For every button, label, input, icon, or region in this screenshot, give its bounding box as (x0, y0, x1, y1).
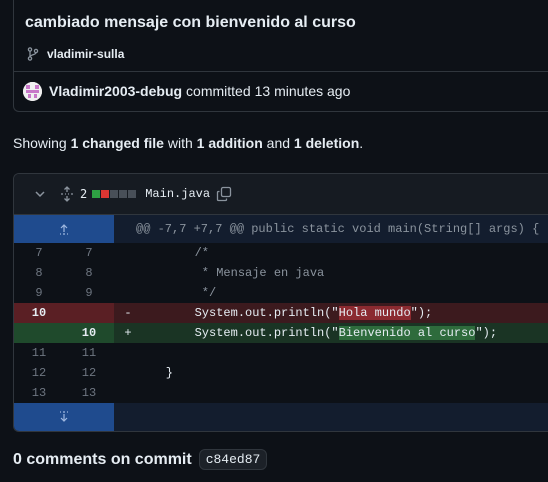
author-row: Vladimir2003-debug committed 13 minutes … (14, 72, 548, 110)
changed-text: Hola mundo (338, 306, 411, 320)
diffstat-block (92, 190, 101, 198)
diff-summary: Showing 1 changed file with 1 addition a… (13, 135, 363, 151)
summary-deletions: 1 deletion (293, 135, 360, 151)
summary-and: and (266, 135, 291, 151)
new-line-number[interactable]: 12 (64, 363, 114, 383)
comments-label: 0 comments on commit (13, 450, 192, 468)
code-line: System.out.println("Hola mundo"); (137, 303, 548, 323)
diff-sign (114, 383, 137, 403)
new-line-number[interactable]: 13 (64, 383, 114, 403)
code-text: "); (475, 326, 498, 340)
code-line: System.out.println("Bienvenido al curso"… (137, 323, 548, 343)
author-link[interactable]: Vladimir2003-debug (49, 83, 182, 99)
diff-line-ctx: 88 * Mensaje en java (14, 263, 548, 283)
old-line-number[interactable]: 7 (14, 243, 64, 263)
old-line-number[interactable]: 13 (14, 383, 64, 403)
commit-header: cambiado mensaje con bienvenido al curso… (14, 0, 548, 72)
diff-sign (114, 363, 137, 383)
diff-count: 2 (80, 187, 88, 201)
diff-line-ctx: 12 12 } (14, 363, 548, 383)
new-line-number[interactable]: 9 (64, 283, 114, 303)
diff-line-del: 10 - System.out.println("Hola mundo"); (14, 303, 548, 323)
diff-sign (114, 343, 137, 363)
diff-lines: 77 /* 8 8 * Mensaje en java 9 9 */10- System… (14, 243, 548, 403)
diff-line-ctx: 77 /* (14, 243, 548, 263)
old-line-number[interactable]: 9 (14, 283, 64, 303)
commit-box: cambiado mensaje con bienvenido al curso… (13, 0, 548, 112)
identicon-icon (23, 81, 42, 101)
code-text: System.out.println(" (137, 306, 339, 320)
unfold-icon[interactable] (60, 186, 74, 202)
file-header: 2 Main.java (14, 174, 548, 215)
comments-section: 0 comments on commit c84ed87 (13, 449, 268, 470)
diff-sign (114, 243, 137, 263)
code-text: "); (410, 306, 433, 320)
diff-line-ctx: 99 */ (14, 283, 548, 303)
code-line: * Mensaje en java (137, 266, 325, 280)
new-line-number[interactable]: 8 (64, 263, 114, 283)
expand-down-button[interactable] (14, 403, 114, 431)
hunk-header-row: @@ -7,7 +7,7 @@ public static void main(… (14, 215, 548, 243)
diffstat-block (128, 190, 137, 198)
old-line-number[interactable]: 10 (14, 303, 64, 323)
new-line-number[interactable]: 7 (64, 243, 114, 263)
diffstat-block (110, 190, 119, 198)
code-text: System.out.println(" (137, 326, 339, 340)
new-line-number[interactable]: 11 (64, 343, 114, 363)
copy-icon[interactable] (216, 186, 232, 202)
summary-additions: 1 addition (196, 135, 263, 151)
expand-up-button[interactable] (14, 215, 114, 243)
code-line: */ (137, 286, 217, 300)
old-line-number[interactable]: 8 (14, 263, 64, 283)
diff-line-add: 10 + System.out.println("Bienvenido al cu… (14, 323, 548, 343)
code-line: /* (137, 246, 210, 260)
code-line: } (137, 366, 174, 380)
old-line-number[interactable]: 12 (14, 363, 64, 383)
summary-showing: Showing (13, 135, 67, 151)
diff-line-ctx: 11 11 (14, 343, 548, 363)
commit-sha[interactable]: c84ed87 (198, 449, 268, 470)
branch-link[interactable]: vladimir-sulla (47, 47, 124, 61)
file-name[interactable]: Main.java (145, 187, 210, 201)
diff-table: @@ -7,7 +7,7 @@ public static void main(… (14, 215, 548, 431)
avatar[interactable] (23, 81, 42, 101)
diffstat-block (119, 190, 128, 198)
new-line-number[interactable] (64, 303, 114, 323)
hunk-footer (114, 403, 548, 431)
summary-with: with (167, 135, 193, 151)
branch-row: vladimir-sulla (25, 44, 548, 64)
diffstat-bar (92, 190, 137, 198)
chevron-down-icon[interactable] (33, 187, 47, 201)
commit-title: cambiado mensaje con bienvenido al curso (25, 14, 356, 31)
git-branch-icon (27, 47, 39, 61)
summary-changed: 1 changed file (70, 135, 164, 151)
diff-sign (114, 263, 137, 283)
expand-down-icon (60, 411, 68, 422)
expand-up-icon (60, 224, 68, 235)
new-line-number[interactable]: 10 (64, 323, 114, 343)
diff-line-ctx: 13 13 (14, 383, 548, 403)
commit-action: committed (186, 83, 251, 99)
changed-text: Bienvenido al curso (338, 326, 476, 340)
diff-sign (114, 283, 137, 303)
hunk-footer-row (14, 403, 548, 431)
diffstat-block (101, 190, 110, 198)
old-line-number[interactable]: 11 (14, 343, 64, 363)
diff-sign: - (114, 303, 137, 323)
hunk-header: @@ -7,7 +7,7 @@ public static void main(… (114, 215, 548, 243)
commit-time[interactable]: 13 minutes ago (255, 83, 351, 99)
diff-sign: + (114, 323, 137, 343)
old-line-number[interactable] (14, 323, 64, 343)
summary-period: . (359, 135, 364, 151)
file-diff: 2 Main.java @@ -7,7 +7,7 @@ public stati… (13, 173, 548, 432)
